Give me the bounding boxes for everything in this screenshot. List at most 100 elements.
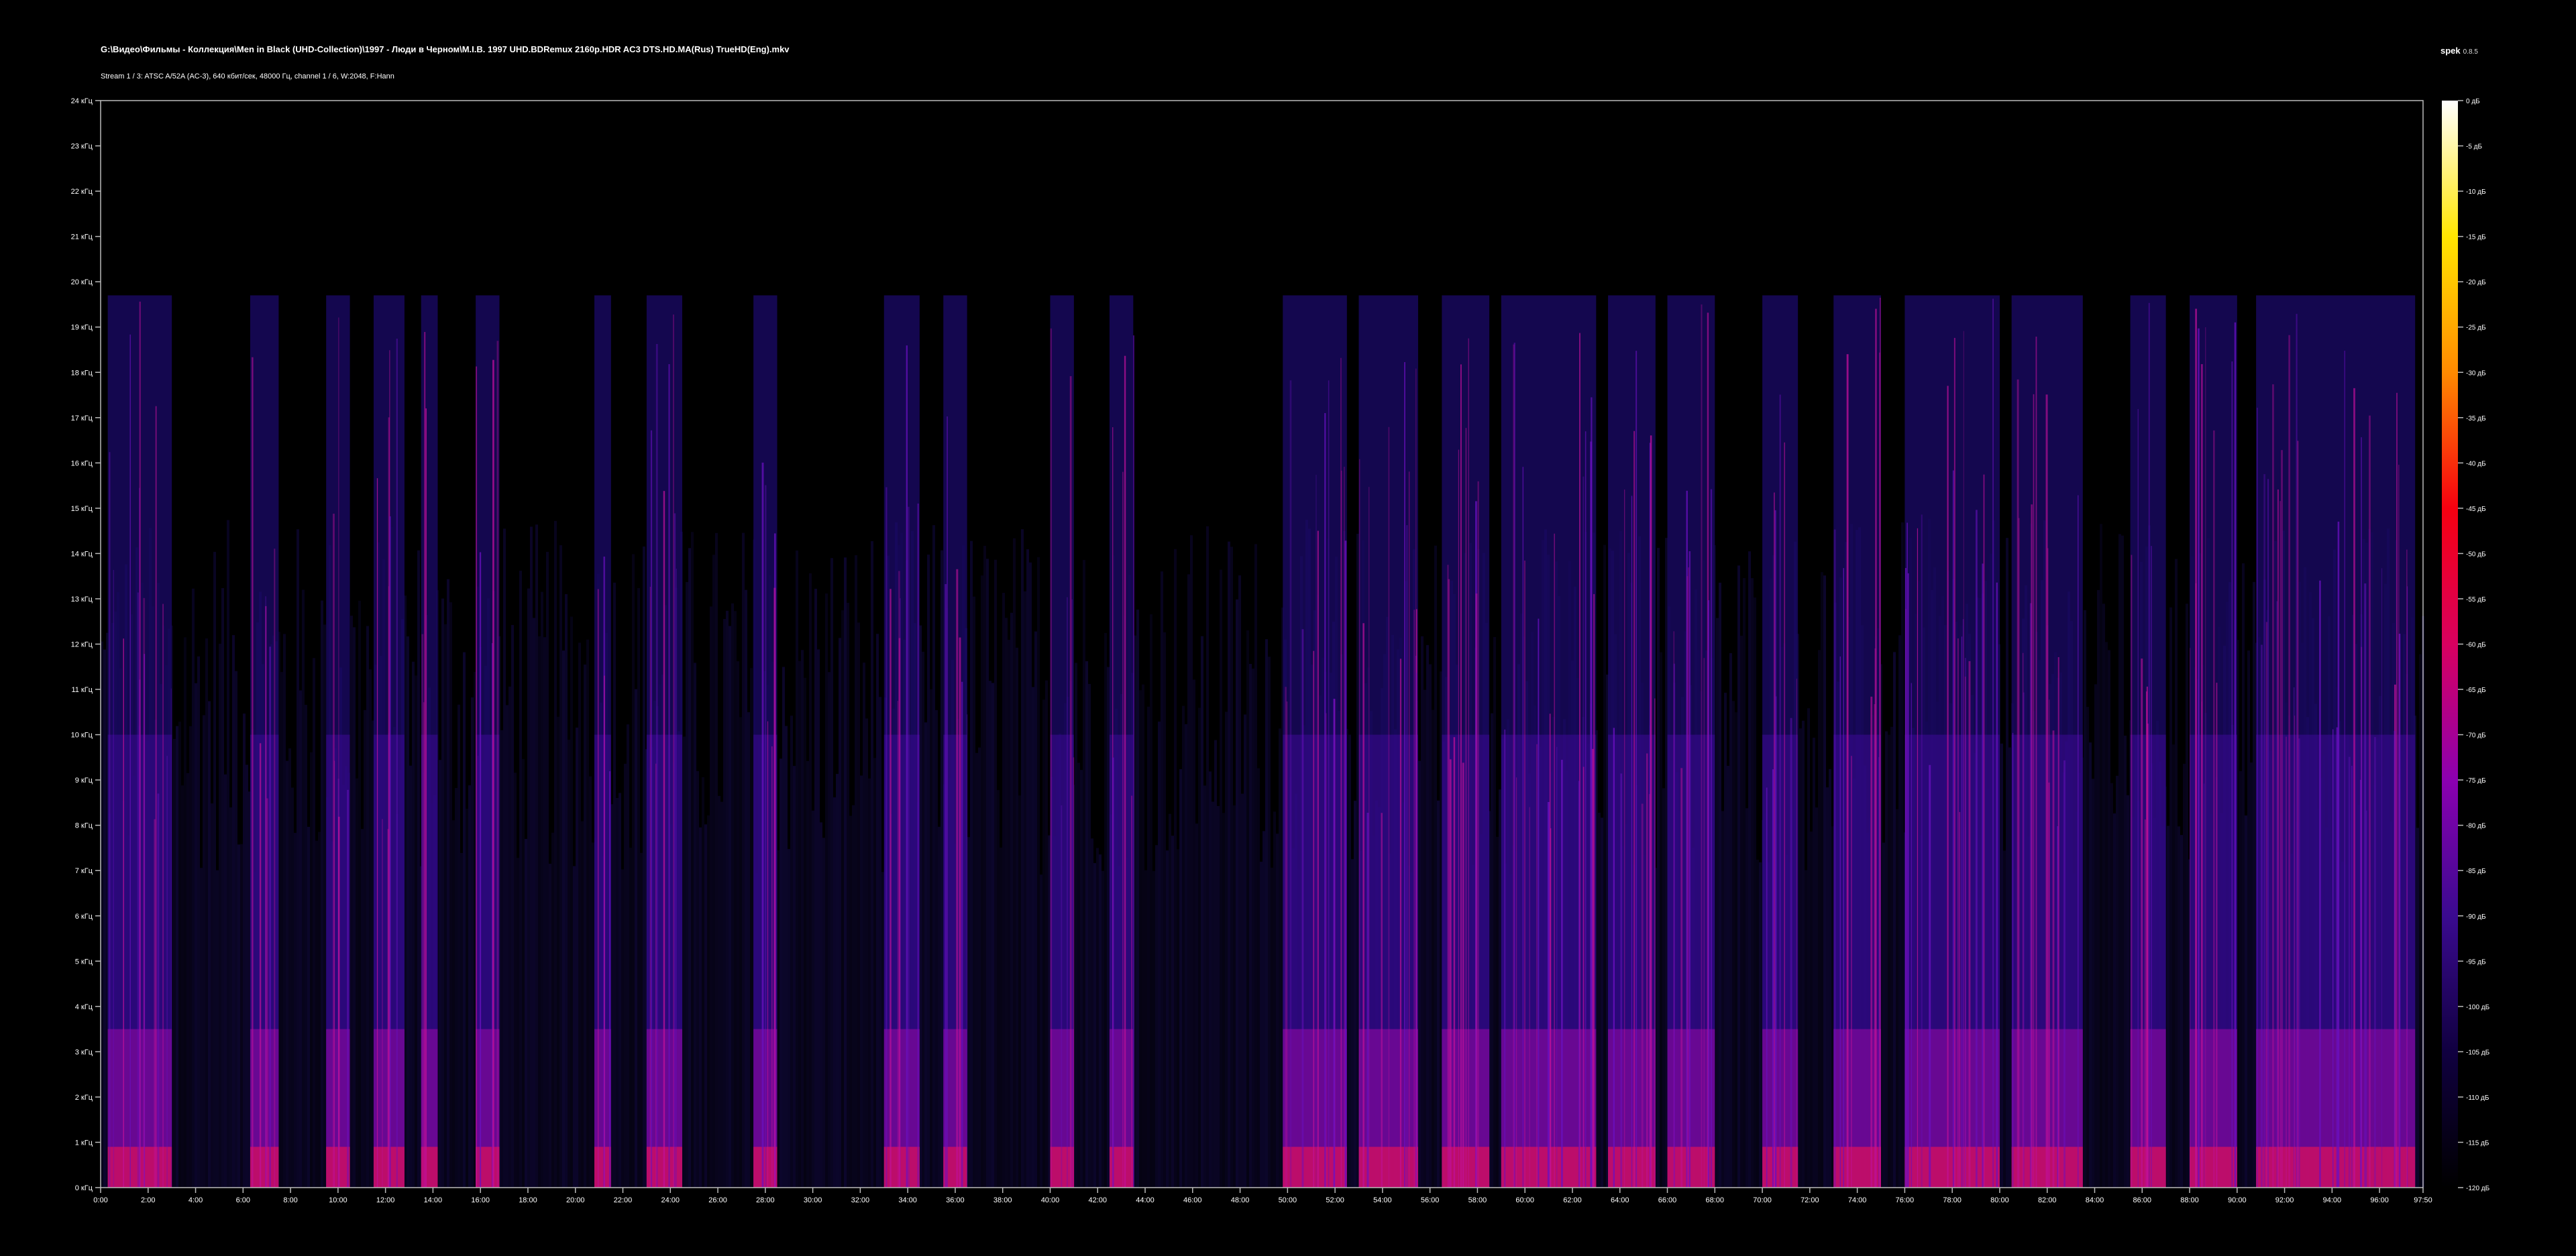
transient-streak [1381,813,1383,1188]
transient-streak [1917,528,1919,1188]
colorbar-tick-label: -90 дБ [2466,913,2486,921]
spectrum-column [1348,734,1351,1188]
spectrum-column [699,827,702,1188]
transient-streak [663,491,665,1188]
spectrum-column [2239,770,2242,1188]
spectrum-column [439,760,441,1188]
transient-streak [2263,474,2265,1188]
spectrum-column [788,849,790,1188]
spectrum-column [1829,768,1831,1188]
y-axis-frequency: 0 кГц 1 кГц 2 кГц 3 кГц 4 кГц 5 кГц 6 кГц 7 кГц… [71,97,101,1192]
transient-streak [2361,437,2362,1188]
x-tick-label: 42:00 [1088,1196,1107,1204]
spectrum-column [830,558,833,1188]
transient-streak [1404,361,1405,1188]
y-tick-label: 13 кГц [71,595,93,604]
spectrum-column [1429,664,1432,1188]
spectrum-column [814,588,817,1188]
x-tick-label: 38:00 [994,1196,1012,1204]
spectrum-column [798,661,801,1188]
transient-streak [347,789,349,1188]
spectrum-column [186,773,189,1188]
transient-streak [2351,765,2353,1188]
spectrum-column [881,872,884,1188]
x-tick-label: 58:00 [1468,1196,1487,1204]
loud-section [1442,295,1490,1188]
x-tick-label: 36:00 [946,1196,965,1204]
transient-streak [1975,510,1978,1188]
spectrum-column [197,656,200,1188]
spectrum-column [1102,870,1104,1188]
spectrum-column [640,852,643,1188]
spectrum-column [294,833,297,1188]
spectrum-column [232,635,235,1188]
transient-streak [1707,600,1710,1188]
transient-streak [890,589,892,1188]
transient-streak [396,338,398,1188]
transient-streak [154,819,156,1188]
spectrum-column [519,571,522,1188]
transient-streak [1947,386,1949,1188]
transient-streak [139,301,141,1188]
transient-streak [2398,465,2400,1188]
transient-streak [2288,335,2291,1188]
x-tick-label: 6:00 [236,1196,250,1204]
loud-section [1109,295,1134,1188]
spectrum-column [1142,684,1144,1188]
spectrum-column [2097,589,2100,1188]
spectrum-column [1104,632,1107,1188]
transient-streak [2364,583,2367,1188]
transient-streak [1071,599,1073,1188]
spectrum-column [1821,572,1823,1188]
transient-streak [2131,555,2133,1188]
spectrum-column [635,689,637,1188]
spectrum-column [1008,640,1010,1188]
transient-streak [387,829,390,1188]
spectrum-column [780,758,782,1188]
transient-streak [1929,764,1931,1188]
transient-streak [2337,521,2340,1188]
spectrum-column [796,550,798,1188]
spectrum-column [2100,524,2102,1188]
transient-streak [1779,394,1781,1188]
spectrum-column [938,826,941,1188]
spectrum-column [551,832,554,1188]
transient-streak [421,634,424,1188]
spectrum-column [1217,805,1220,1188]
spectrum-column [1437,800,1440,1188]
spectrum-column [350,616,353,1188]
spectrum-column [1228,541,1230,1188]
x-tick-label: 28:00 [756,1196,775,1204]
spectrum-column [200,868,203,1188]
transient-streak [1957,638,1959,1188]
spectrum-column [930,689,932,1188]
transient-streak [2406,549,2408,1188]
transient-streak [945,583,947,1188]
loud-section [1667,295,1715,1188]
spectrum-column [726,610,729,1188]
spectrum-column [820,822,822,1188]
spectrum-column [844,557,847,1188]
spectrum-column [559,545,562,1188]
spectrum-column [804,677,806,1188]
spectrum-column [1432,709,1434,1188]
spectrum-column [643,546,645,1188]
transient-streak [1650,435,1652,1188]
transient-streak [1703,658,1705,1188]
spectrum-column [1716,618,1719,1188]
transient-streak [1328,380,1330,1188]
spectrum-column [103,649,106,1188]
spectrum-column [471,697,474,1188]
transient-streak [1790,718,1792,1188]
y-tick-label: 24 кГц [71,97,93,105]
spectrum-column [1185,724,1187,1188]
y-tick-label: 16 кГц [71,459,93,467]
spectrum-column [801,650,804,1188]
spectrum-column [2118,534,2121,1188]
spectrum-column [586,639,589,1188]
spectrum-column [839,638,841,1188]
spectrum-column [2102,604,2105,1188]
spectrum-column [777,850,780,1188]
spectrum-column [1093,863,1096,1188]
spectrum-column [1174,549,1177,1188]
